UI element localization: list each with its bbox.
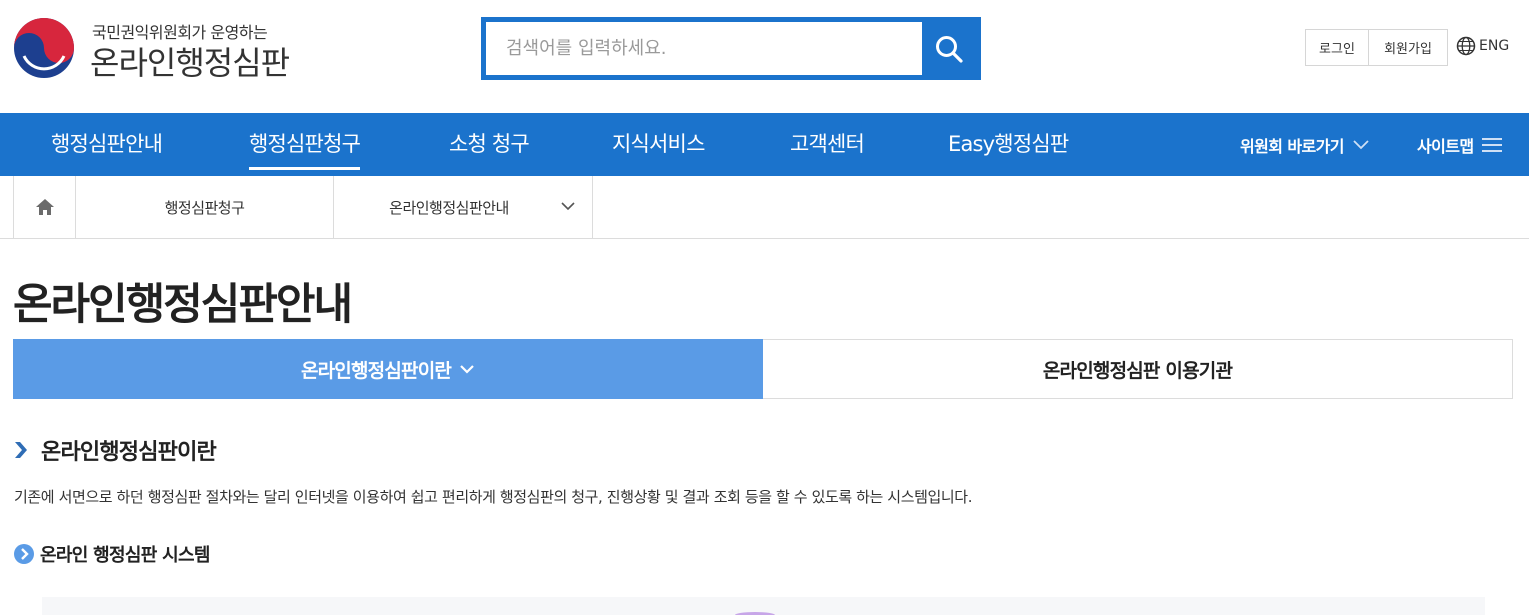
language-switch[interactable]: ENG	[1456, 36, 1509, 56]
subsection-title: 온라인 행정심판 시스템	[13, 541, 210, 567]
breadcrumb-level2-dropdown[interactable]: 온라인행정심판안내	[334, 176, 593, 238]
committee-shortcut-label: 위원회 바로가기	[1240, 136, 1344, 156]
chevron-down-icon	[460, 365, 474, 374]
breadcrumb-level2-label: 온라인행정심판안내	[389, 198, 509, 217]
search-button[interactable]	[922, 21, 976, 76]
login-button[interactable]: 로그인	[1305, 29, 1369, 66]
hamburger-menu-icon	[1482, 137, 1503, 152]
tab-label: 온라인행정심판이란	[300, 359, 452, 382]
join-button[interactable]: 회원가입	[1368, 29, 1448, 66]
search-input[interactable]	[486, 22, 926, 75]
section-title: 온라인행정심판이란	[13, 434, 217, 466]
chevron-right-icon	[15, 442, 27, 458]
breadcrumb: 행정심판청구 온라인행정심판안내	[0, 176, 1529, 239]
subsection-title-text: 온라인 행정심판 시스템	[40, 545, 210, 566]
gnb-item-petition-request[interactable]: 소청 청구	[449, 113, 530, 176]
taegeuk-logo-icon	[14, 18, 74, 78]
tab-label: 온라인행정심판 이용기관	[1042, 359, 1233, 382]
top-notice-strip	[0, 0, 1529, 6]
main-navigation: 행정심판안내 행정심판청구 소청 청구 지식서비스 고객센터 Easy행정심판 …	[0, 113, 1529, 176]
language-label: ENG	[1479, 38, 1510, 54]
sitemap-button[interactable]: 사이트맵	[1417, 113, 1503, 176]
site-logo[interactable]: 국민권익위원회가 운영하는 온라인행정심판	[12, 16, 312, 82]
gnb-item-knowledge-service[interactable]: 지식서비스	[612, 113, 705, 176]
gnb-item-admin-appeal-guide[interactable]: 행정심판안내	[51, 113, 163, 176]
gnb-item-easy-appeal[interactable]: Easy행정심판	[948, 113, 1069, 176]
page-title: 온라인행정심판안내	[13, 280, 353, 330]
tab-online-appeal-agencies[interactable]: 온라인행정심판 이용기관	[763, 339, 1513, 399]
breadcrumb-level1[interactable]: 행정심판청구	[76, 176, 334, 238]
content-tabs: 온라인행정심판이란 온라인행정심판 이용기관	[13, 339, 1513, 399]
section-description: 기존에 서면으로 하던 행정심판 절차와는 달리 인터넷을 이용하여 쉽고 편리…	[14, 488, 973, 506]
breadcrumb-home-button[interactable]	[13, 176, 76, 238]
search-box	[481, 17, 981, 80]
home-icon	[35, 199, 54, 215]
committee-shortcut-button[interactable]: 위원회 바로가기	[1240, 113, 1370, 176]
chevron-down-icon	[1353, 139, 1369, 149]
sitemap-label: 사이트맵	[1417, 136, 1474, 156]
globe-icon	[1456, 36, 1476, 56]
search-icon	[936, 35, 963, 63]
chevron-down-icon	[561, 202, 575, 211]
tab-online-appeal-intro[interactable]: 온라인행정심판이란	[13, 339, 763, 399]
circle-chevron-right-icon	[14, 544, 34, 564]
section-title-text: 온라인행정심판이란	[41, 440, 217, 465]
logo-title: 온라인행정심판	[90, 44, 290, 82]
gnb-item-admin-appeal-request[interactable]: 행정심판청구	[249, 113, 361, 176]
gnb-item-customer-center[interactable]: 고객센터	[790, 113, 865, 176]
